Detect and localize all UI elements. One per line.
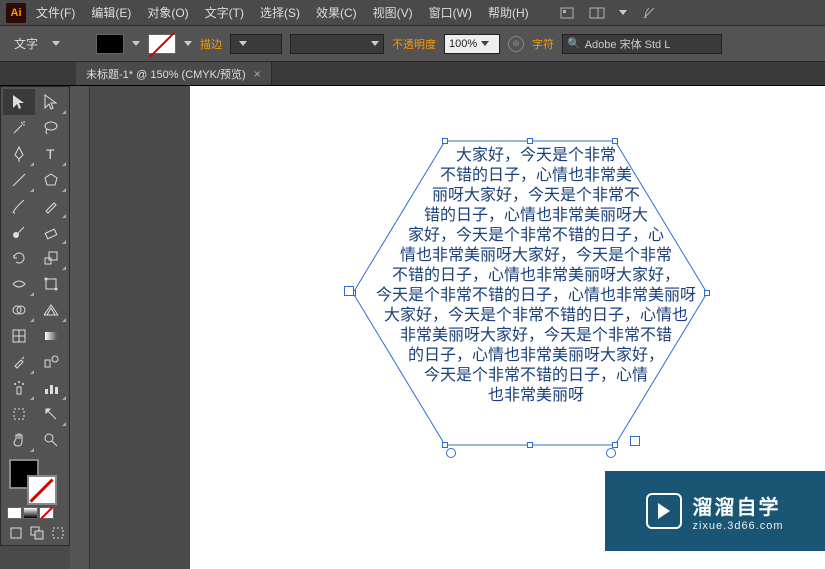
eraser-tool[interactable] — [35, 219, 67, 245]
scale-tool[interactable] — [35, 245, 67, 271]
selection-handle[interactable] — [442, 442, 448, 448]
text-thread-circle[interactable] — [446, 448, 456, 458]
line-segment-tool[interactable] — [3, 167, 35, 193]
rotate-tool[interactable] — [3, 245, 35, 271]
watermark-url: zixue.3d66.com — [692, 520, 783, 532]
fill-stroke-indicator[interactable] — [3, 457, 67, 507]
selection-handle[interactable] — [612, 138, 618, 144]
draw-normal[interactable] — [7, 523, 26, 543]
selection-handle[interactable] — [704, 290, 710, 296]
canvas-viewport[interactable]: 大家好，今天是个非常 不错的日子，心情也非常美 丽呀大家好，今天是个非常不 错的… — [70, 86, 825, 569]
color-mode-solid[interactable] — [7, 507, 22, 519]
watermark-title: 溜溜自学 — [692, 491, 783, 520]
brush-definition-dropdown[interactable] — [290, 34, 384, 54]
text-thread-circle[interactable] — [606, 448, 616, 458]
type-tool[interactable]: T — [35, 141, 67, 167]
hexagon-text-content[interactable]: 大家好，今天是个非常 不错的日子，心情也非常美 丽呀大家好，今天是个非常不 错的… — [370, 146, 702, 406]
feather-icon[interactable] — [641, 5, 657, 21]
menu-bar: Ai 文件(F) 编辑(E) 对象(O) 文字(T) 选择(S) 效果(C) 视… — [0, 0, 825, 26]
menu-help[interactable]: 帮助(H) — [482, 2, 535, 23]
mesh-tool[interactable] — [3, 323, 35, 349]
text-in-port[interactable] — [344, 286, 354, 296]
paintbrush-tool[interactable] — [3, 193, 35, 219]
ruler-vertical — [70, 86, 90, 569]
layout-dropdown-icon[interactable] — [619, 10, 627, 15]
pencil-tool[interactable] — [35, 193, 67, 219]
polygon-tool[interactable] — [35, 167, 67, 193]
color-mode-gradient[interactable] — [23, 507, 38, 519]
text-out-port[interactable] — [630, 436, 640, 446]
font-family-input[interactable]: 🔍 Adobe 宋体 Std L — [562, 34, 722, 54]
document-tab-bar: 未标题-1* @ 150% (CMYK/预览) × — [0, 62, 825, 86]
selection-handle[interactable] — [527, 442, 533, 448]
tool-mode-label: 文字 — [8, 35, 44, 52]
svg-text:T: T — [46, 146, 55, 162]
menu-window[interactable]: 窗口(W) — [423, 2, 478, 23]
pen-tool[interactable] — [3, 141, 35, 167]
lasso-tool[interactable] — [35, 115, 67, 141]
selection-tool[interactable] — [3, 89, 35, 115]
stroke-weight-input[interactable] — [230, 34, 282, 54]
fill-dropdown[interactable] — [132, 41, 140, 46]
shape-builder-tool[interactable] — [3, 297, 35, 323]
app-logo-icon: Ai — [6, 3, 26, 23]
menu-view[interactable]: 视图(V) — [367, 2, 419, 23]
tool-mode-dropdown[interactable] — [52, 41, 60, 46]
magic-wand-tool[interactable] — [3, 115, 35, 141]
fill-color-swatch[interactable] — [96, 34, 124, 54]
zoom-tool[interactable] — [35, 427, 67, 453]
color-mode-none[interactable] — [39, 507, 54, 519]
character-label[interactable]: 字符 — [532, 36, 554, 52]
opacity-input[interactable]: 100% — [444, 34, 500, 54]
stroke-box[interactable] — [27, 475, 57, 505]
stroke-label: 描边 — [200, 36, 222, 52]
menu-select[interactable]: 选择(S) — [254, 2, 306, 23]
menu-type[interactable]: 文字(T) — [199, 2, 250, 23]
gradient-tool[interactable] — [35, 323, 67, 349]
watermark: 溜溜自学 zixue.3d66.com — [605, 471, 825, 551]
selection-handle[interactable] — [442, 138, 448, 144]
menu-file[interactable]: 文件(F) — [30, 2, 81, 23]
symbol-sprayer-tool[interactable] — [3, 375, 35, 401]
free-transform-tool[interactable] — [35, 271, 67, 297]
draw-inside[interactable] — [48, 523, 67, 543]
play-icon — [646, 493, 682, 529]
color-mode-row — [3, 507, 67, 519]
menu-effect[interactable]: 效果(C) — [310, 2, 363, 23]
selection-handle[interactable] — [527, 138, 533, 144]
document-tab-title: 未标题-1* @ 150% (CMYK/预览) — [86, 66, 246, 82]
bridge-icon[interactable] — [559, 5, 575, 21]
width-tool[interactable] — [3, 271, 35, 297]
selection-handle[interactable] — [612, 442, 618, 448]
draw-mode-row — [3, 523, 67, 543]
recolor-icon[interactable]: ⊕ — [508, 36, 524, 52]
blend-tool[interactable] — [35, 349, 67, 375]
artboard-tool[interactable] — [3, 401, 35, 427]
control-bar: 文字 描边 不透明度 100% ⊕ 字符 🔍 Adobe 宋体 Std L — [0, 26, 825, 62]
perspective-grid-tool[interactable] — [35, 297, 67, 323]
draw-behind[interactable] — [28, 523, 47, 543]
menu-object[interactable]: 对象(O) — [141, 2, 194, 23]
menu-edit[interactable]: 编辑(E) — [85, 2, 137, 23]
opacity-label: 不透明度 — [392, 36, 436, 52]
tools-panel: T — [0, 86, 70, 546]
hand-tool[interactable] — [3, 427, 35, 453]
document-tab[interactable]: 未标题-1* @ 150% (CMYK/预览) × — [76, 62, 272, 85]
stroke-dropdown[interactable] — [184, 41, 192, 46]
eyedropper-tool[interactable] — [3, 349, 35, 375]
close-icon[interactable]: × — [254, 67, 261, 81]
slice-tool[interactable] — [35, 401, 67, 427]
column-graph-tool[interactable] — [35, 375, 67, 401]
direct-selection-tool[interactable] — [35, 89, 67, 115]
stroke-none-swatch[interactable] — [148, 34, 176, 54]
blob-brush-tool[interactable] — [3, 219, 35, 245]
layout-icon[interactable] — [589, 5, 605, 21]
hexagon-text-object[interactable]: 大家好，今天是个非常 不错的日子，心情也非常美 丽呀大家好，今天是个非常不 错的… — [350, 138, 710, 448]
